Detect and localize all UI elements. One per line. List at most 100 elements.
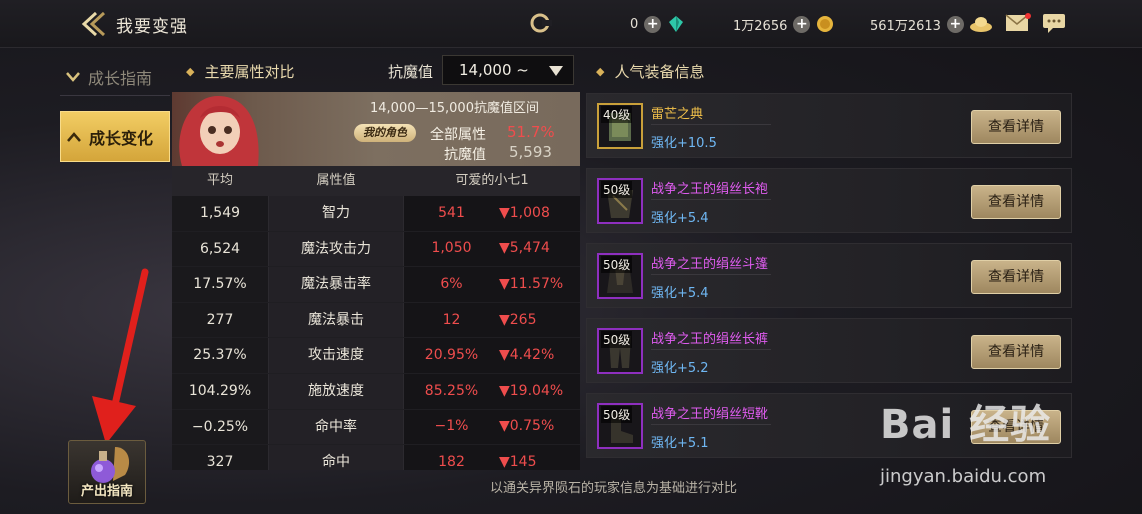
character-portrait: [179, 96, 259, 166]
baidu-watermark: Bai 经验: [880, 402, 1052, 448]
equipment-title-text: 人气装备信息: [614, 63, 705, 81]
row-player-cell: 6% ▼11.57%: [404, 267, 580, 302]
my-role-badge: 我的角色: [354, 124, 416, 142]
compare-footnote: 以通关异界陨石的玩家信息为基础进行对比: [490, 481, 738, 496]
row-average: 25.37%: [172, 338, 268, 373]
view-details-button[interactable]: 查看详情: [971, 110, 1061, 144]
row-player-cell: 1,050 ▼5,474: [404, 232, 580, 267]
row-attribute: 施放速度: [268, 374, 404, 409]
table-row: 6,524 魔法攻击力 1,050 ▼5,474: [172, 231, 580, 268]
row-attribute: 魔法暴击: [268, 302, 404, 338]
equipment-name: 战争之王的绢丝长袍: [651, 182, 769, 197]
equipment-level: 50级: [601, 406, 633, 423]
equipment-section-title: ◆ 人气装备信息: [596, 61, 704, 82]
equipment-enhance: 强化+5.4: [651, 286, 709, 301]
add-ingot-button[interactable]: +: [946, 15, 964, 33]
equipment-icon: 50级: [597, 178, 643, 224]
row-mine: 12: [442, 311, 461, 328]
row-average: 6,524: [172, 231, 268, 267]
red-arrow-annotation: [92, 268, 149, 444]
view-details-button[interactable]: 查看详情: [971, 335, 1061, 369]
table-row: 25.37% 攻击速度 20.95% ▼4.42%: [172, 338, 580, 374]
add-crystal-button[interactable]: +: [644, 15, 662, 33]
ingot-currency: 561万2613 +: [870, 12, 964, 36]
table-row: 17.57% 魔法暴击率 6% ▼11.57%: [172, 267, 580, 303]
row-diff: ▼0.75%: [499, 418, 555, 435]
row-diff: ▼4.42%: [499, 347, 555, 364]
resist-range-select[interactable]: 14,000 ~: [442, 55, 574, 85]
crystal-currency: 0 +: [630, 12, 685, 36]
row-attribute: 魔法暴击率: [268, 267, 404, 302]
chat-icon[interactable]: [1042, 12, 1068, 34]
nav-growth-guide[interactable]: 成长指南: [60, 58, 170, 96]
view-details-button[interactable]: 查看详情: [971, 185, 1061, 219]
resist-select-value: 14,000 ~: [459, 61, 529, 79]
back-arrow-icon[interactable]: [78, 9, 108, 39]
crystal-icon: [669, 16, 684, 32]
row-attribute: 命中率: [268, 409, 404, 445]
page-title: 我要变强: [116, 17, 188, 37]
row-mine: 85.25%: [424, 382, 479, 399]
row-average: 17.57%: [172, 267, 268, 302]
row-mine: 182: [438, 453, 465, 470]
output-guide-label: 产出指南: [80, 484, 133, 499]
row-average: 327: [172, 445, 268, 470]
divider: [651, 124, 771, 125]
row-mine: −1%: [434, 418, 469, 435]
baidu-watermark-url: jingyan.baidu.com: [880, 466, 1047, 487]
divider: [651, 424, 771, 425]
table-row: 104.29% 施放速度 85.25% ▼19.04%: [172, 374, 580, 410]
row-player-cell: −1% ▼0.75%: [404, 410, 580, 445]
divider: [651, 349, 771, 350]
table-row: 277 魔法暴击 12 ▼265: [172, 302, 580, 339]
gold-coin-icon: [817, 16, 834, 32]
compare-title-text: 主要属性对比: [204, 63, 295, 81]
table-header: 平均 属性值 可爱的小七1: [172, 166, 580, 196]
output-guide-button[interactable]: 产出指南: [68, 440, 146, 504]
row-average: 104.29%: [172, 374, 268, 409]
equipment-level: 50级: [601, 181, 633, 198]
mail-icon[interactable]: [1005, 12, 1031, 34]
row-diff: ▼19.04%: [499, 382, 564, 399]
attribute-compare-table: 平均 属性值 可爱的小七1 1,549 智力 541 ▼1,008 6,524 …: [172, 166, 580, 470]
equipment-icon: 50级: [597, 403, 643, 449]
nav-growth-change-label: 成长变化: [89, 128, 154, 148]
crystal-value: 0: [630, 16, 639, 32]
all-attr-value: 51.7%: [507, 123, 555, 141]
coin-currency: 1万2656 +: [733, 12, 834, 36]
row-diff: ▼145: [499, 453, 537, 470]
row-player-cell: 20.95% ▼4.42%: [404, 338, 580, 373]
equipment-icon: 50级: [597, 328, 643, 374]
top-bar: 我要变强 0 + 1万2656 + 561万2613 +: [0, 0, 1142, 48]
table-row: −0.25% 命中率 −1% ▼0.75%: [172, 409, 580, 446]
row-diff: ▼11.57%: [499, 275, 564, 292]
row-average: 1,549: [172, 196, 268, 231]
gold-ingot-icon[interactable]: [968, 12, 994, 34]
equipment-card: 50级 战争之王的绢丝长裤 强化+5.2 查看详情: [586, 318, 1072, 383]
add-coin-button[interactable]: +: [793, 15, 811, 33]
equipment-level: 40级: [601, 106, 633, 123]
row-diff: ▼1,008: [499, 204, 550, 221]
resist-label: 抗魔值: [388, 63, 434, 81]
equipment-level: 50级: [601, 331, 633, 348]
row-mine: 1,050: [431, 240, 472, 257]
row-attribute: 魔法攻击力: [268, 231, 404, 267]
row-mine: 20.95%: [424, 347, 479, 364]
equipment-card: 50级 战争之王的绢丝长袍 强化+5.4 查看详情: [586, 168, 1072, 233]
row-player-cell: 12 ▼265: [404, 303, 580, 338]
resist-range-text: 14,000—15,000抗魔值区间: [370, 101, 539, 116]
equipment-card: 50级 战争之王的绢丝斗篷 强化+5.4 查看详情: [586, 243, 1072, 308]
col-attribute: 属性值: [316, 173, 356, 188]
ingot-value: 561万2613: [870, 18, 941, 34]
row-mine: 541: [438, 204, 465, 221]
equipment-icon: 50级: [597, 253, 643, 299]
view-details-button[interactable]: 查看详情: [971, 260, 1061, 294]
equipment-name: 战争之王的绢丝斗篷: [651, 257, 769, 272]
row-mine: 6%: [440, 275, 463, 292]
table-row: 1,549 智力 541 ▼1,008: [172, 196, 580, 232]
row-diff: ▼265: [499, 311, 537, 328]
compare-section-title: ◆ 主要属性对比: [186, 61, 294, 82]
nav-growth-change[interactable]: 成长变化: [60, 111, 170, 162]
col-average: 平均: [206, 173, 233, 188]
row-player-cell: 541 ▼1,008: [404, 196, 580, 231]
